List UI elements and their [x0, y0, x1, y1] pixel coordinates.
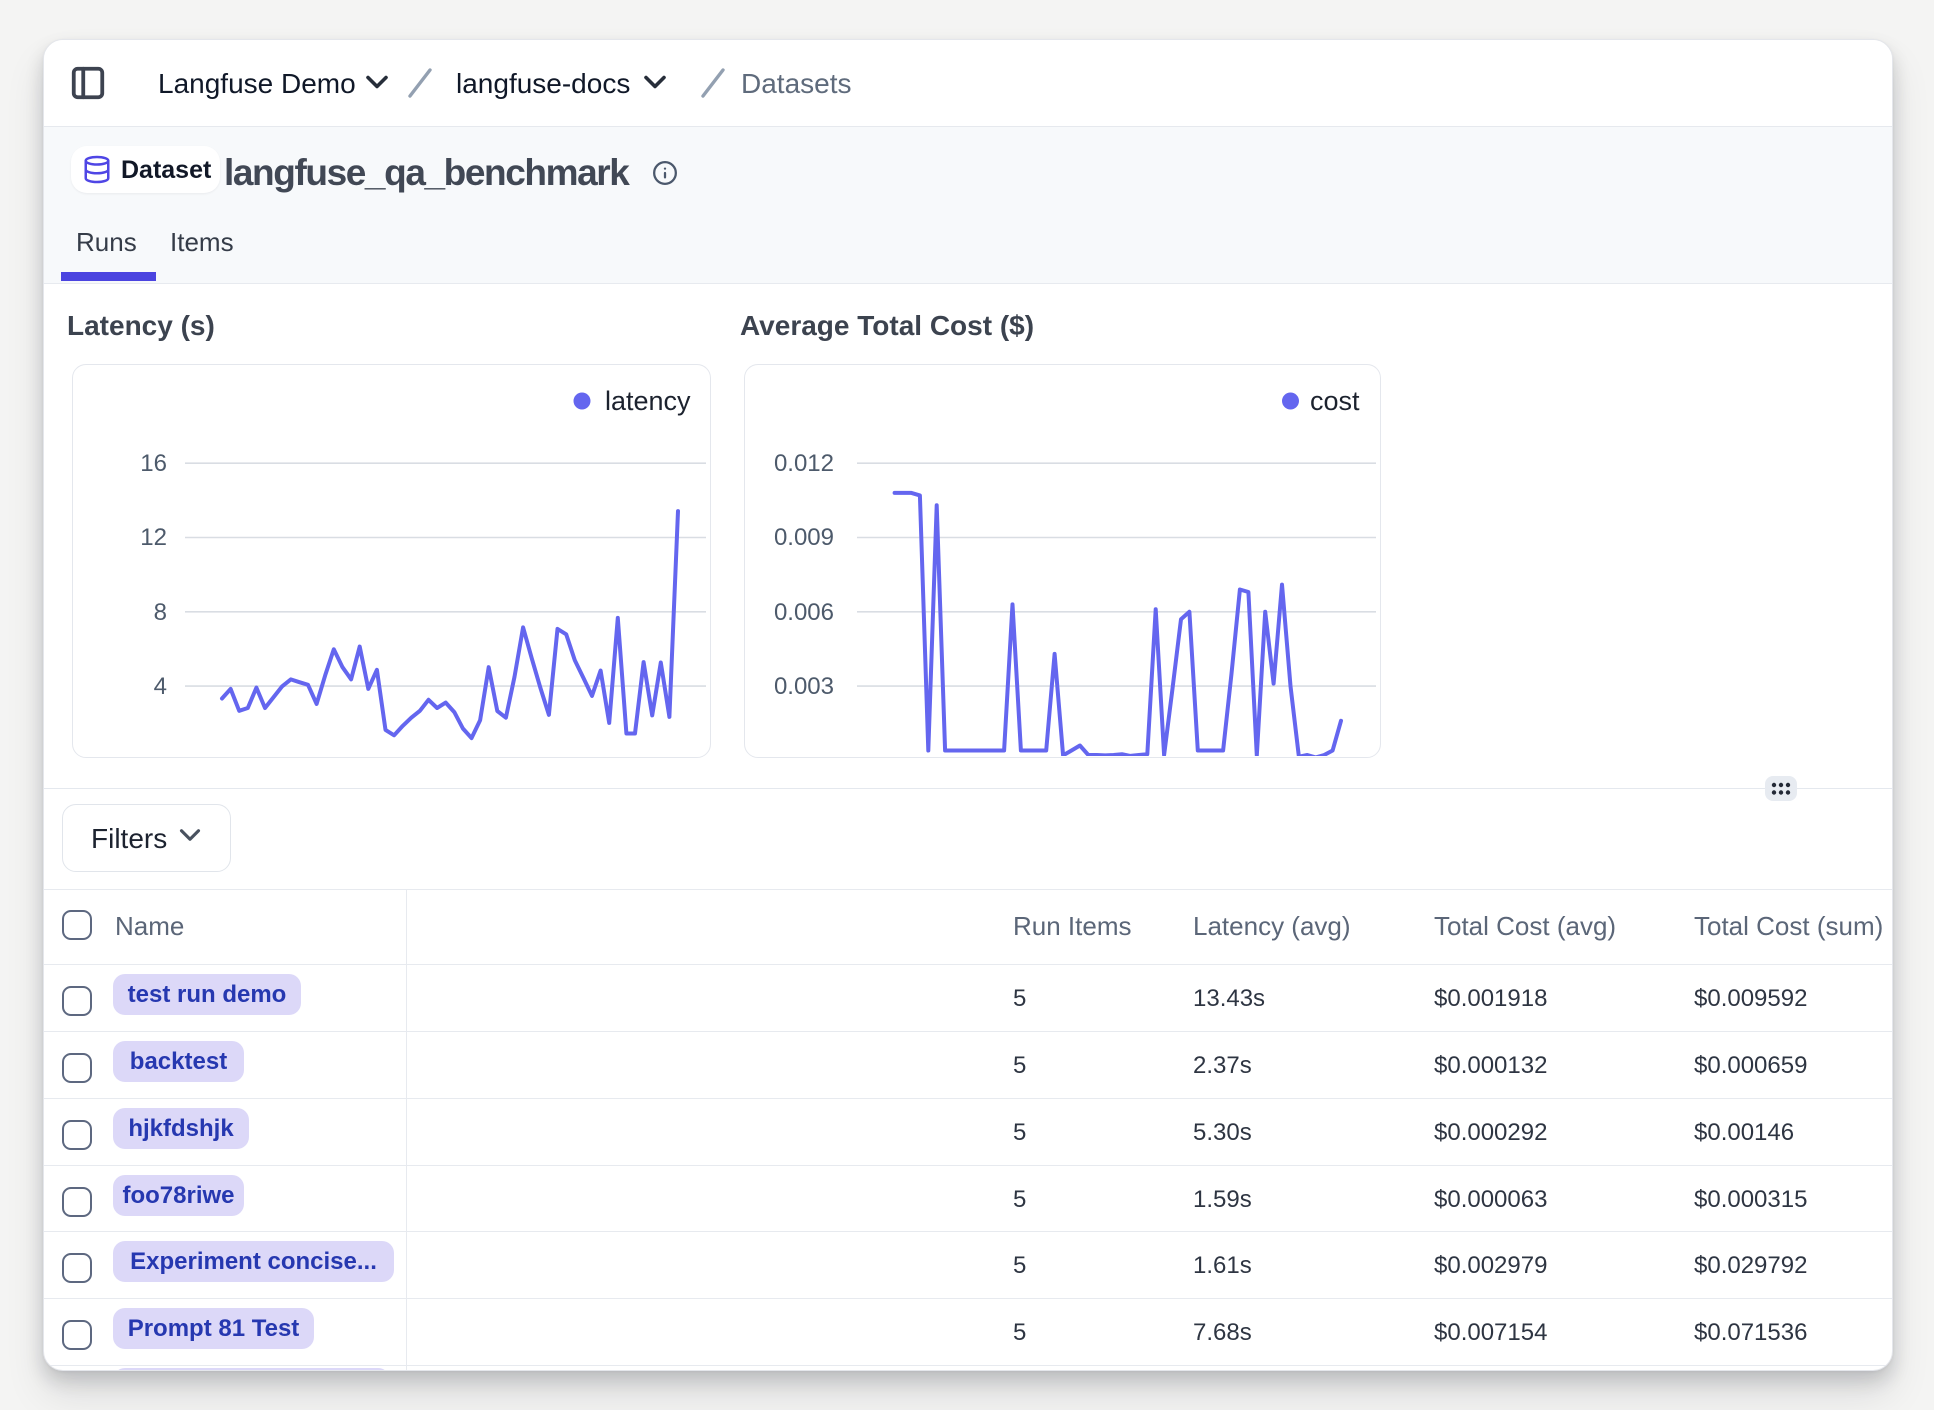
svg-text:latency: latency	[605, 386, 691, 416]
svg-text:12: 12	[140, 524, 167, 551]
svg-text:0.012: 0.012	[774, 450, 834, 477]
svg-text:0.006: 0.006	[774, 599, 834, 626]
svg-text:cost: cost	[1310, 386, 1360, 416]
svg-text:0.003: 0.003	[774, 673, 834, 700]
svg-text:4: 4	[154, 673, 167, 700]
svg-text:0.009: 0.009	[774, 524, 834, 551]
svg-text:8: 8	[154, 599, 167, 626]
svg-text:16: 16	[140, 450, 167, 477]
